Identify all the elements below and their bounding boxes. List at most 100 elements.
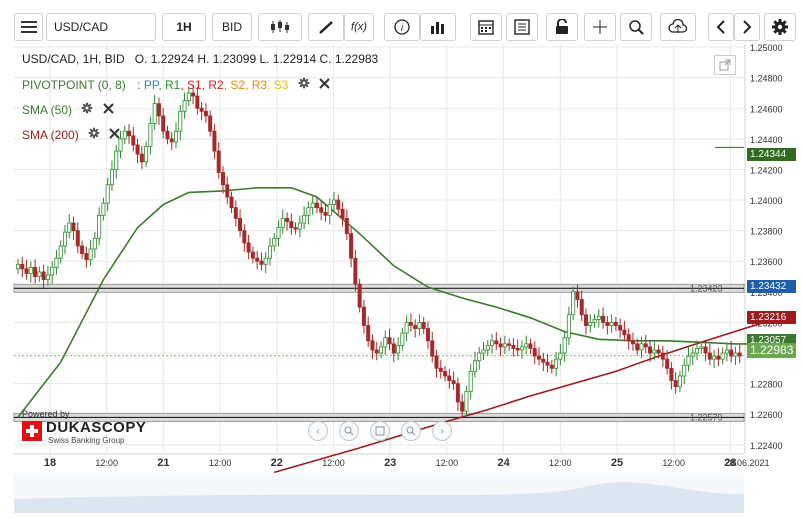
crosshair-icon[interactable] — [584, 13, 616, 41]
pivot-settings-icon[interactable] — [298, 77, 310, 92]
candle-body — [62, 231, 67, 247]
candle-body — [54, 257, 59, 268]
news-icon[interactable] — [506, 13, 538, 41]
calendar-icon[interactable] — [470, 13, 502, 41]
draw-pencil-icon[interactable] — [308, 13, 344, 41]
candle-body — [588, 322, 593, 326]
candle-body — [229, 196, 234, 209]
candle-body — [712, 355, 717, 360]
candle-body — [41, 271, 46, 280]
x-tick-label: 22 — [271, 457, 283, 469]
candle-body — [618, 325, 623, 331]
bar-chart-icon[interactable] — [420, 13, 456, 41]
candle-body — [515, 348, 520, 351]
candle-body — [630, 340, 635, 345]
candle-body — [643, 343, 648, 348]
hline-price-tag: 1.23432 — [747, 280, 796, 293]
y-tick-label: 1.24800 — [750, 74, 783, 84]
candle-body — [332, 199, 337, 206]
candle-body — [524, 343, 529, 348]
candle-body — [639, 343, 644, 351]
sma200-legend: SMA (200) — [22, 127, 121, 142]
pivot-level-r1: , R1 — [158, 78, 181, 92]
candle-body — [494, 340, 499, 345]
price-side-select[interactable]: BID — [212, 13, 252, 41]
candle-body — [267, 245, 272, 259]
candle-body — [686, 355, 691, 366]
sma50-settings-icon[interactable] — [81, 102, 93, 117]
candle-body — [349, 233, 354, 259]
candle-body — [24, 268, 29, 274]
candle-body — [502, 343, 507, 348]
lock-icon[interactable] — [546, 13, 578, 41]
sma200-settings-icon[interactable] — [88, 127, 100, 142]
candle-body — [327, 204, 332, 216]
cloud-upload-icon[interactable] — [660, 13, 696, 41]
symbol-input[interactable]: USD/CAD — [46, 13, 156, 41]
zoom-out-icon[interactable]: ‹ — [308, 421, 328, 441]
price-side-label: BID — [221, 20, 242, 34]
ohlc-legend: USD/CAD, 1H, BID O. 1.22924 H. 1.23099 L… — [22, 52, 378, 66]
candle-body — [425, 328, 430, 342]
candle-body — [549, 364, 554, 369]
pivot-level-s1: , S1 — [180, 78, 202, 92]
pivot-close-icon[interactable] — [319, 78, 330, 92]
candle-body — [443, 370, 448, 377]
pivot-level-pp: PP — [143, 78, 159, 92]
candle-body — [353, 257, 358, 285]
candle-body — [652, 349, 657, 354]
x-tick-label: 12:00 — [322, 458, 345, 468]
candle-body — [528, 343, 533, 349]
candle-body — [455, 383, 460, 403]
candles-icon[interactable] — [258, 13, 302, 41]
candle-body — [699, 346, 704, 349]
toolbar: USD/CAD 1H BID f(x) i — [0, 0, 802, 44]
candle-body — [50, 266, 55, 276]
candle-body — [558, 352, 563, 360]
candle-body — [289, 221, 294, 228]
candle-body — [263, 257, 268, 265]
sma200-close-icon[interactable] — [109, 128, 121, 142]
gear-icon[interactable] — [764, 13, 796, 41]
candle-body — [323, 211, 328, 216]
candle-body — [703, 346, 708, 354]
zoom-in-icon[interactable] — [401, 421, 421, 441]
y-tick-label: 1.24400 — [750, 135, 783, 145]
candle-body — [58, 245, 63, 259]
candle-body — [272, 237, 277, 247]
x-tick-label: 12:00 — [436, 458, 459, 468]
candle-body — [127, 130, 132, 137]
candle-body — [174, 130, 179, 143]
zoom-out-small-icon[interactable] — [339, 421, 359, 441]
candle-body — [306, 207, 311, 216]
play-icon[interactable]: › — [432, 421, 452, 441]
candle-body — [571, 291, 576, 316]
fit-icon[interactable] — [370, 421, 390, 441]
arrow-left-icon[interactable] — [708, 13, 734, 41]
candle-body — [460, 401, 465, 412]
sma50-close-icon[interactable] — [102, 103, 114, 117]
popout-icon[interactable] — [714, 55, 736, 75]
candle-body — [413, 325, 418, 329]
candle-body — [438, 367, 443, 372]
x-tick-label: 23 — [384, 457, 396, 469]
candle-body — [383, 337, 388, 348]
candle-body — [720, 352, 725, 360]
menu-icon[interactable] — [14, 13, 43, 41]
ohlc-text: USD/CAD, 1H, BID O. 1.22924 H. 1.23099 L… — [22, 52, 379, 66]
candle-body — [622, 329, 627, 336]
candle-body — [464, 390, 469, 412]
candle-body — [144, 146, 149, 163]
zoom-icon[interactable] — [620, 13, 652, 41]
info-icon[interactable]: i — [384, 13, 420, 41]
arrow-right-icon[interactable] — [734, 13, 760, 41]
candle-body — [302, 214, 307, 224]
y-tick-label: 1.24600 — [750, 104, 783, 114]
candle-body — [626, 334, 631, 342]
sma50-label: SMA (50) — [22, 103, 73, 117]
candle-body — [682, 364, 687, 377]
pivot-level-r2: , R2 — [201, 78, 224, 92]
candle-body — [554, 358, 559, 369]
interval-select[interactable]: 1H — [162, 13, 206, 41]
fx-icon[interactable]: f(x) — [344, 13, 374, 41]
